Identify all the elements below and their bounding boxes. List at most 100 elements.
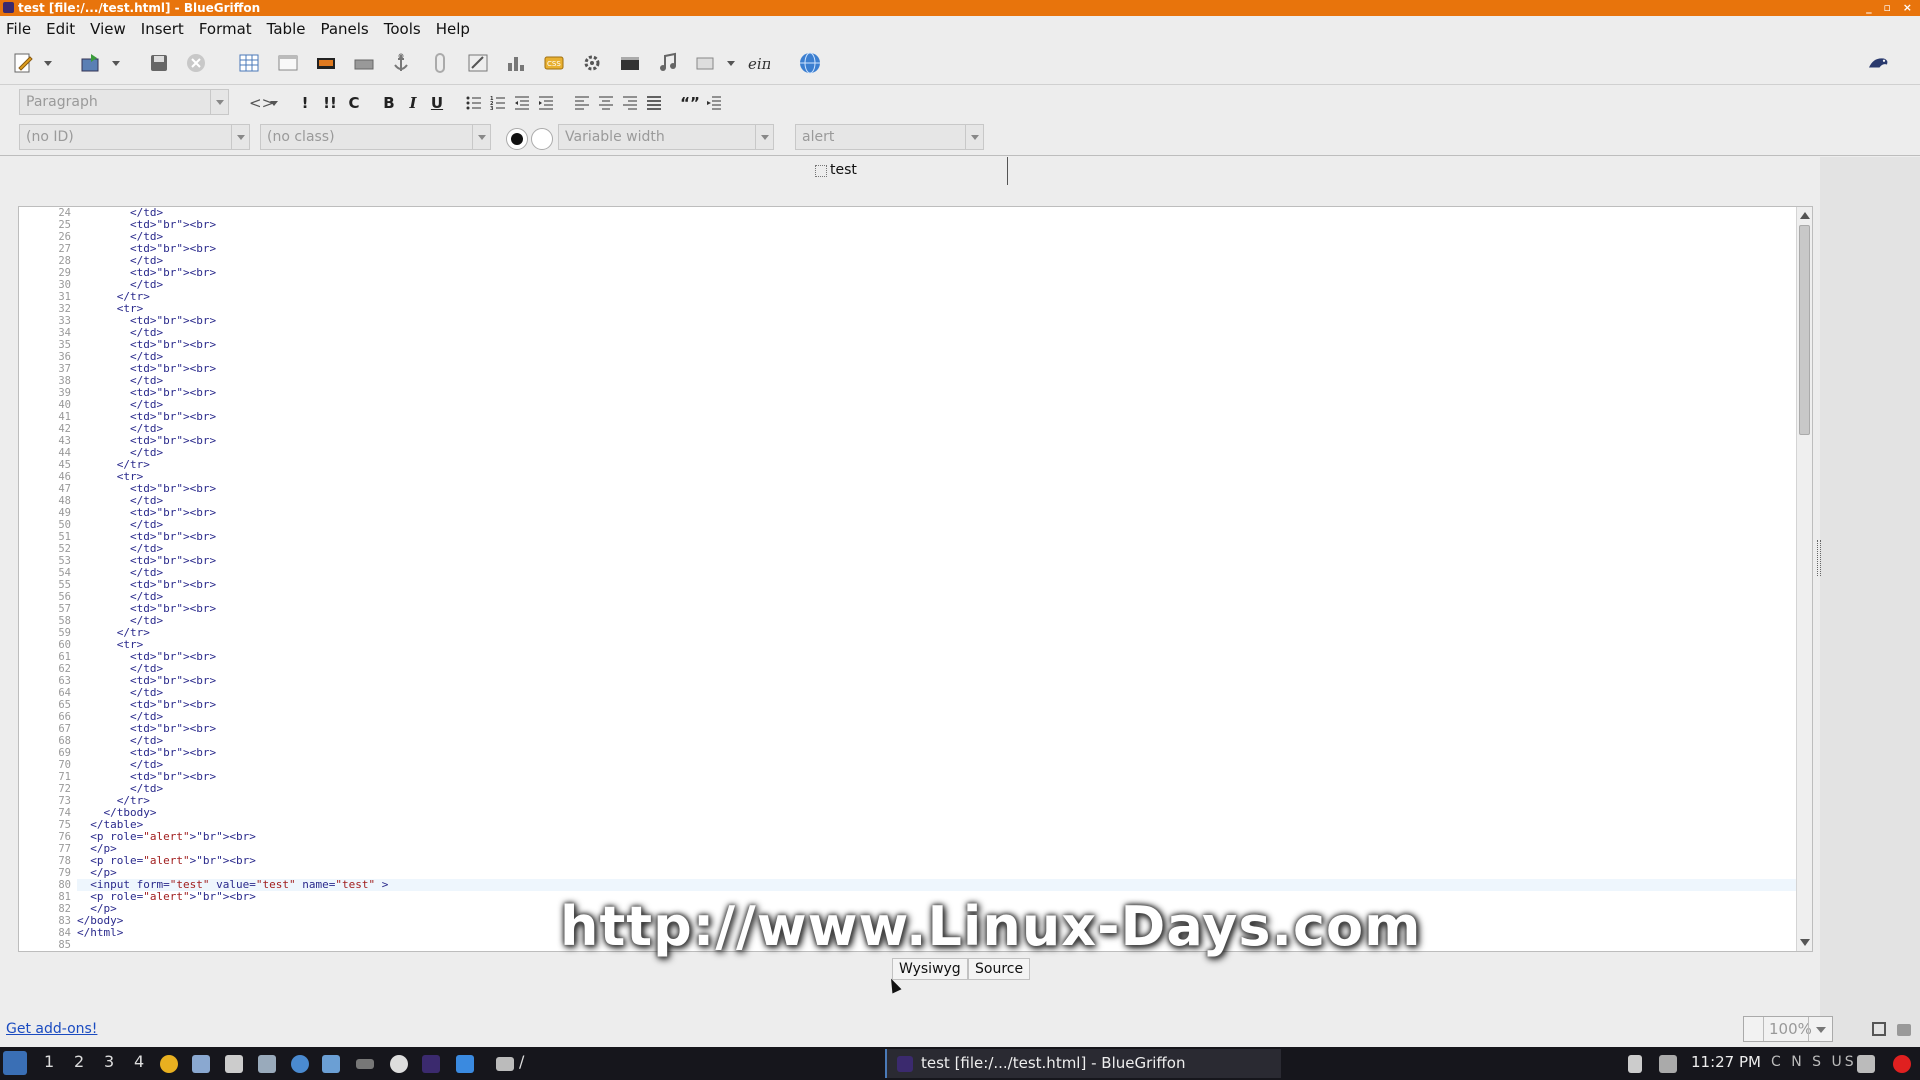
status-plugin-icon[interactable] xyxy=(1897,1024,1911,1036)
source-mode-button[interactable]: Source xyxy=(968,958,1031,980)
settings-gear-icon[interactable] xyxy=(579,51,605,75)
clock[interactable]: 11:27 PM xyxy=(1691,1053,1761,1071)
code-dropdown-arrow[interactable] xyxy=(270,101,278,106)
shutdown-icon[interactable] xyxy=(1893,1055,1911,1073)
insert-element-icon[interactable] xyxy=(693,51,719,75)
network-icon[interactable] xyxy=(1628,1055,1642,1073)
indent-icon[interactable] xyxy=(535,92,557,114)
preview-globe-icon[interactable] xyxy=(797,51,823,75)
chrome-icon[interactable] xyxy=(160,1055,178,1073)
media-icon[interactable] xyxy=(390,1055,408,1073)
menu-file[interactable]: File xyxy=(6,20,31,38)
underline-button[interactable]: U xyxy=(426,92,448,114)
workspace-4[interactable]: 4 xyxy=(134,1052,144,1071)
workspace-2[interactable]: 2 xyxy=(74,1052,84,1071)
insert-form-icon[interactable] xyxy=(275,51,301,75)
bluegriffon-taskbar-icon[interactable] xyxy=(422,1055,440,1073)
taskbar-window-button[interactable]: test [file:/.../test.html] - BlueGriffon xyxy=(885,1049,1281,1078)
workspace-1[interactable]: 1 xyxy=(44,1052,54,1071)
workspace-3[interactable]: 3 xyxy=(104,1052,114,1071)
download-icon[interactable] xyxy=(456,1055,474,1073)
emphasis-button[interactable]: ! xyxy=(294,92,316,114)
blockquote-icon[interactable] xyxy=(703,92,725,114)
font-family-select[interactable]: Variable width xyxy=(558,124,774,150)
strong-button[interactable]: !! xyxy=(319,92,341,114)
menu-insert[interactable]: Insert xyxy=(141,20,184,38)
source-editor[interactable]: 24 25 26 27 28 29 30 31 32 33 34 35 36 37 38 39 40 41 42 43… xyxy=(18,206,1813,952)
browser-icon[interactable] xyxy=(291,1055,309,1073)
battery-icon[interactable] xyxy=(1659,1055,1677,1073)
start-menu-icon[interactable] xyxy=(3,1051,27,1075)
editor-app-icon[interactable] xyxy=(356,1059,374,1069)
align-center-icon[interactable] xyxy=(595,92,617,114)
new-document-icon[interactable] xyxy=(10,51,36,75)
insert-table-icon[interactable] xyxy=(236,51,262,75)
folder-icon[interactable] xyxy=(496,1057,514,1071)
open-dropdown-arrow[interactable] xyxy=(112,61,120,66)
align-left-icon[interactable] xyxy=(571,92,593,114)
taskbar-window-title: test [file:/.../test.html] - BlueGriffon xyxy=(921,1054,1186,1072)
justify-icon[interactable] xyxy=(643,92,665,114)
bullet-list-icon[interactable] xyxy=(463,92,485,114)
code-line[interactable]: <input form="test" value="test" name="te… xyxy=(77,879,1797,891)
menu-view[interactable]: View xyxy=(90,20,126,38)
source-code[interactable]: </td> <td>"br"><br> </td> <td>"br"><br> … xyxy=(77,207,1797,951)
network-tool-icon[interactable] xyxy=(258,1055,276,1073)
insert-image-icon[interactable] xyxy=(313,51,339,75)
new-dropdown-arrow[interactable] xyxy=(44,61,52,66)
open-document-icon[interactable] xyxy=(78,51,104,75)
menu-help[interactable]: Help xyxy=(436,20,470,38)
italic-button[interactable]: I xyxy=(402,92,424,114)
tab-test[interactable]: test xyxy=(812,157,1008,185)
scrollbar-thumb[interactable] xyxy=(1799,225,1810,435)
outdent-icon[interactable] xyxy=(511,92,533,114)
scroll-up-icon[interactable] xyxy=(1800,212,1810,219)
zoom-control[interactable]: 100% xyxy=(1743,1016,1833,1042)
close-document-icon[interactable] xyxy=(183,51,209,75)
zoom-spinner-icon[interactable] xyxy=(1744,1017,1764,1041)
app-launcher-icon[interactable] xyxy=(322,1055,340,1073)
audio-icon[interactable] xyxy=(655,51,681,75)
css-icon[interactable]: CSS xyxy=(541,51,567,75)
wysiwyg-mode-button[interactable]: Wysiwyg xyxy=(892,958,968,980)
math-icon[interactable]: eiπ xyxy=(745,51,771,75)
align-right-icon[interactable] xyxy=(619,92,641,114)
numbered-list-icon[interactable]: 123 xyxy=(487,92,509,114)
video-icon[interactable] xyxy=(617,51,643,75)
quote-button[interactable]: “” xyxy=(679,92,701,114)
terminal-icon[interactable] xyxy=(225,1055,243,1073)
link-icon[interactable] xyxy=(427,51,453,75)
background-color-swatch[interactable] xyxy=(531,128,553,150)
display-icon[interactable] xyxy=(1857,1055,1875,1073)
insert-element-dropdown-arrow[interactable] xyxy=(727,61,735,66)
get-addons-link[interactable]: Get add-ons! xyxy=(6,1021,97,1037)
bold-button[interactable]: B xyxy=(378,92,400,114)
paragraph-format-select[interactable]: Paragraph xyxy=(19,89,229,115)
id-select[interactable]: (no ID) xyxy=(19,124,250,150)
fullscreen-icon[interactable] xyxy=(1872,1022,1886,1036)
menu-format[interactable]: Format xyxy=(199,20,252,38)
insert-hr-icon[interactable] xyxy=(351,51,377,75)
menu-panels[interactable]: Panels xyxy=(320,20,368,38)
panel-resize-handle[interactable] xyxy=(1817,540,1821,576)
line-number: 85 xyxy=(58,939,71,951)
editor-scrollbar[interactable] xyxy=(1796,207,1812,951)
menu-tools[interactable]: Tools xyxy=(384,20,421,38)
window-controls[interactable]: _ ▫ × xyxy=(1866,0,1916,16)
line-number: 24 xyxy=(58,207,71,219)
code-line[interactable]: </html> xyxy=(77,927,123,939)
anchor-icon[interactable] xyxy=(388,51,414,75)
system-taskbar: 1 2 3 4 / test [file:/.../test.html] - B… xyxy=(0,1047,1920,1080)
code-button[interactable]: C xyxy=(343,92,365,114)
class-select[interactable]: (no class) xyxy=(260,124,491,150)
menu-edit[interactable]: Edit xyxy=(46,20,75,38)
save-icon[interactable] xyxy=(146,51,172,75)
file-manager-icon[interactable] xyxy=(192,1055,210,1073)
chevron-down-icon[interactable] xyxy=(1808,1017,1832,1041)
role-select[interactable]: alert xyxy=(795,124,984,150)
menu-table[interactable]: Table xyxy=(267,20,306,38)
text-color-swatch[interactable] xyxy=(506,128,528,150)
scroll-down-icon[interactable] xyxy=(1800,939,1810,946)
chart-icon[interactable] xyxy=(503,51,529,75)
edit-style-icon[interactable] xyxy=(465,51,491,75)
